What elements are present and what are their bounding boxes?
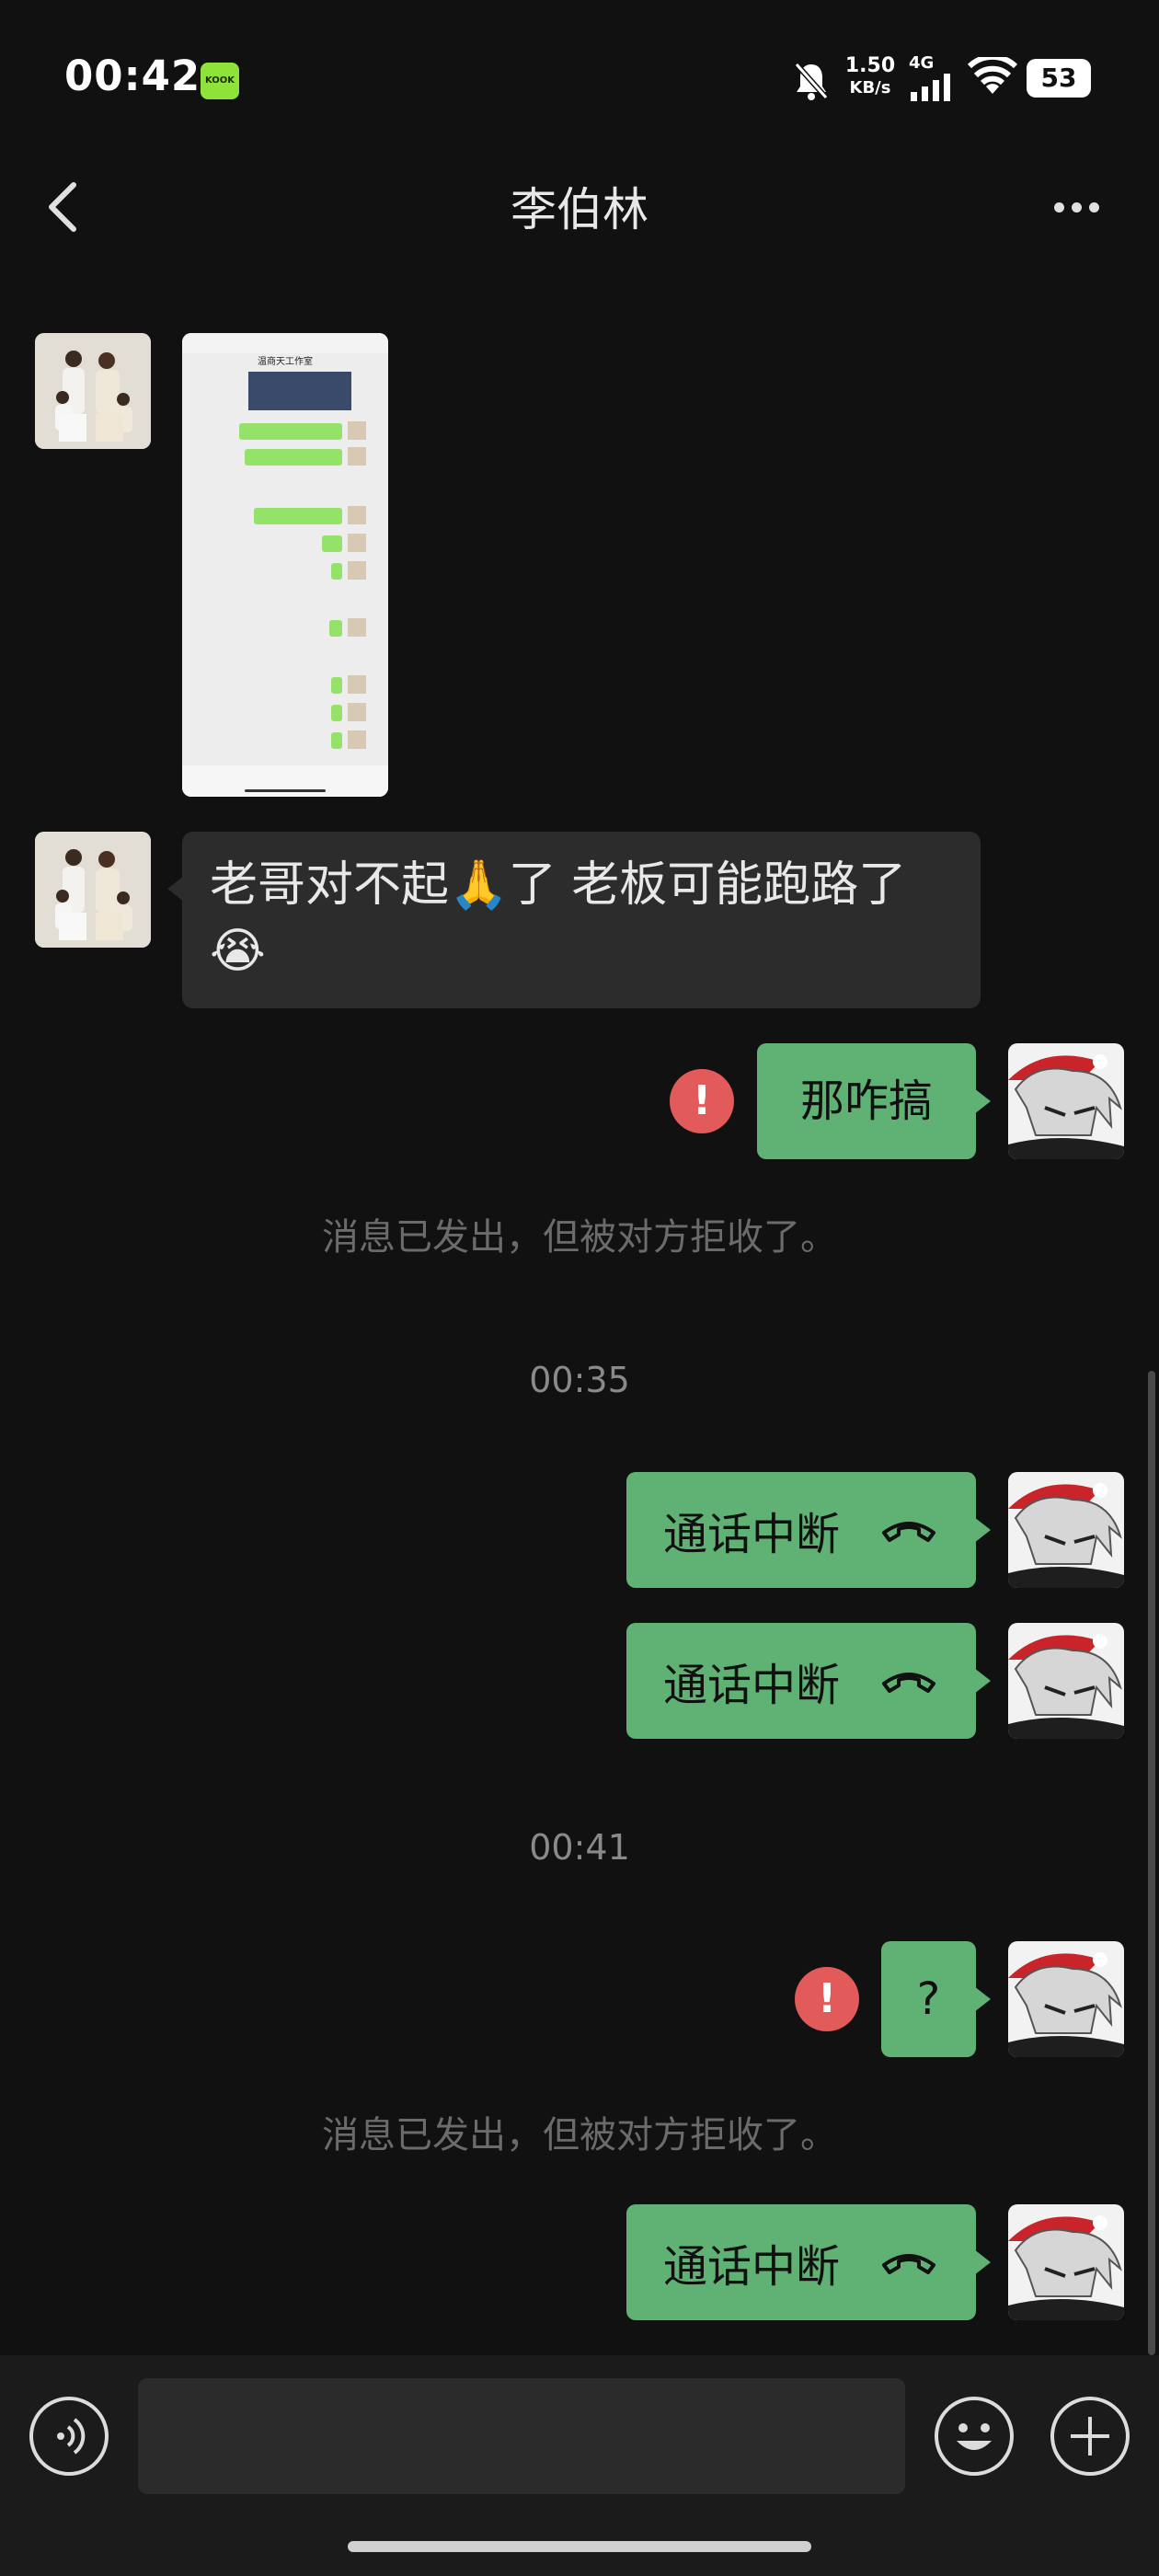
phone-hangup-icon — [882, 2254, 936, 2274]
error-icon[interactable]: ! — [795, 1967, 859, 2031]
my-avatar[interactable] — [1008, 1043, 1124, 1159]
anime-avatar — [1008, 1941, 1124, 2057]
my-avatar[interactable] — [1008, 1623, 1124, 1739]
plus-icon — [1071, 2417, 1109, 2455]
family-photo — [35, 333, 151, 449]
my-avatar[interactable] — [1008, 1941, 1124, 2057]
emoji-icon — [957, 2423, 992, 2450]
home-indicator[interactable] — [348, 2541, 811, 2552]
chat-screenshot-thumbnail — [182, 333, 388, 797]
chat-title: 李伯林 — [511, 183, 648, 236]
outgoing-text: ? — [916, 1973, 941, 2025]
call-status-text: 通话中断 — [663, 1509, 841, 1560]
anime-avatar — [1008, 1472, 1124, 1588]
call-interrupted-bubble[interactable]: 通话中断 — [626, 2204, 991, 2320]
contact-avatar[interactable] — [35, 832, 151, 948]
my-avatar[interactable] — [1008, 2204, 1124, 2320]
more-button[interactable] — [1039, 184, 1113, 230]
screenshot-title: 温商天工作室 — [258, 357, 313, 367]
call-interrupted-bubble[interactable]: 通话中断 — [626, 1472, 991, 1588]
network-type: 4G — [909, 53, 935, 73]
rejected-notice: 消息已发出，但被对方拒收了。 — [322, 1216, 837, 1259]
chevron-left-icon — [49, 182, 76, 232]
outgoing-text: 那咋搞 — [799, 1075, 933, 1127]
family-photo — [35, 832, 151, 948]
net-speed-unit: KB/s — [849, 78, 891, 98]
voice-icon — [57, 2418, 86, 2455]
status-time: 00:42 — [64, 52, 201, 100]
signal-icon — [911, 74, 950, 101]
timestamp: 00:35 — [529, 1360, 630, 1400]
outgoing-text-bubble[interactable]: 那咋搞 — [757, 1043, 991, 1159]
image-message[interactable]: 温商天工作室 — [182, 333, 388, 797]
error-icon[interactable]: ! — [670, 1069, 734, 1133]
net-speed: 1.50 KB/s — [843, 55, 898, 99]
rejected-notice: 消息已发出，但被对方拒收了。 — [322, 2114, 837, 2156]
battery-indicator: 53 — [1027, 59, 1091, 98]
more-dot — [1089, 202, 1099, 213]
phone-hangup-icon — [882, 1522, 936, 1542]
more-dots-icon — [1054, 202, 1064, 213]
contact-avatar[interactable] — [35, 333, 151, 449]
incoming-text: 老哥对不起🙏了 老板可能跑路了😭 — [210, 857, 907, 979]
timestamp: 00:41 — [529, 1827, 630, 1868]
outgoing-text-bubble[interactable]: ? — [881, 1941, 991, 2057]
more-dot — [1072, 202, 1082, 213]
incoming-text-bubble[interactable]: 老哥对不起🙏了 老板可能跑路了😭 — [167, 832, 981, 1008]
anime-avatar — [1008, 1623, 1124, 1739]
voice-button[interactable] — [29, 2397, 109, 2476]
emoji-button[interactable] — [935, 2397, 1014, 2476]
plus-button[interactable] — [1050, 2397, 1130, 2476]
wifi-icon — [968, 57, 1017, 94]
call-status-text: 通话中断 — [663, 1660, 841, 1711]
net-speed-value: 1.50 — [844, 54, 896, 77]
kook-app-icon: KOOK — [201, 63, 239, 99]
message-input[interactable] — [138, 2378, 905, 2494]
back-button[interactable] — [37, 170, 92, 244]
phone-hangup-icon — [882, 1673, 936, 1693]
anime-avatar — [1008, 2204, 1124, 2320]
scrollbar[interactable] — [1148, 1371, 1155, 2355]
call-interrupted-bubble[interactable]: 通话中断 — [626, 1623, 991, 1739]
my-avatar[interactable] — [1008, 1472, 1124, 1588]
mute-bell-icon — [794, 63, 829, 100]
call-status-text: 通话中断 — [663, 2241, 841, 2293]
anime-avatar — [1008, 1043, 1124, 1159]
